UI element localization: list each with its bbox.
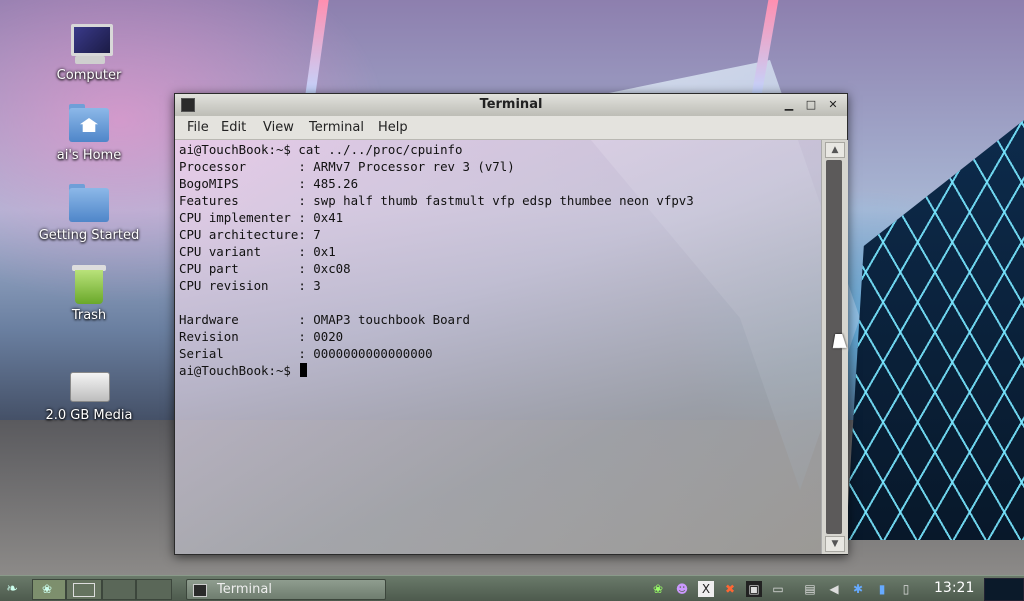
- terminal-prompt-line: ai@TouchBook:~$: [179, 363, 308, 380]
- text-cursor: [300, 363, 308, 377]
- messenger-icon[interactable]: ☻: [674, 581, 690, 597]
- close-icon: ✕: [828, 98, 838, 111]
- trash-icon: [67, 262, 111, 306]
- minimize-button[interactable]: ▁: [781, 97, 797, 113]
- desktop-icon-label: Computer: [56, 68, 122, 83]
- window-icon: [73, 583, 95, 597]
- terminal-line: CPU implementer : 0x41: [179, 210, 344, 225]
- desktop-icon-computer[interactable]: Computer: [34, 22, 144, 83]
- minimize-icon: ▁: [784, 98, 794, 111]
- terminal-line: BogoMIPS : 485.26: [179, 176, 359, 191]
- terminal-line: Serial : 0000000000000000: [179, 346, 433, 361]
- signal-icon[interactable]: ▮: [874, 581, 890, 597]
- menu-view[interactable]: View: [263, 120, 294, 135]
- workspace-1[interactable]: ❀: [32, 579, 66, 600]
- terminal-line: Revision : 0020: [179, 329, 344, 344]
- keyboard-icon[interactable]: ▭: [770, 581, 786, 597]
- terminal-line: Processor : ARMv7 Processor rev 3 (v7l): [179, 159, 515, 174]
- x-app-icon[interactable]: X: [698, 581, 714, 597]
- window-title: Terminal: [479, 97, 543, 112]
- desktop-icon-home[interactable]: ai's Home: [34, 102, 144, 163]
- tools-icon[interactable]: ✖: [722, 581, 738, 597]
- menu-terminal[interactable]: Terminal: [309, 120, 364, 135]
- chevron-down-icon: ▼: [831, 539, 839, 549]
- desktop-icon-label: Trash: [71, 308, 107, 323]
- menu-edit[interactable]: Edit: [221, 120, 246, 135]
- taskbar-task-label: Terminal: [217, 582, 272, 597]
- terminal-icon: [193, 584, 207, 597]
- start-menu-button[interactable]: ❧: [2, 579, 22, 599]
- menu-file[interactable]: File: [187, 120, 209, 135]
- terminal-line: ai@TouchBook:~$ cat ../../proc/cpuinfo: [179, 142, 463, 157]
- desktop-icon-label: 2.0 GB Media: [45, 408, 133, 423]
- computer-icon: [67, 22, 113, 66]
- network-icon[interactable]: ▤: [802, 581, 818, 597]
- workspace-4[interactable]: [136, 579, 172, 600]
- scroll-down-button[interactable]: ▼: [825, 536, 845, 552]
- desktop-icon-label: Getting Started: [38, 228, 140, 243]
- cpu-monitor[interactable]: [984, 578, 1024, 601]
- desktop-icon-getting-started[interactable]: Getting Started: [34, 182, 144, 243]
- menu-help[interactable]: Help: [378, 120, 408, 135]
- foot-icon: ❧: [6, 581, 18, 597]
- workspace-3[interactable]: [102, 579, 136, 600]
- desktop-icon-media[interactable]: 2.0 GB Media: [34, 362, 144, 423]
- wallpaper-pole: [305, 0, 329, 95]
- battery-icon[interactable]: ▯: [898, 581, 914, 597]
- terminal-line: CPU architecture: 7: [179, 227, 321, 242]
- terminal-line: CPU revision : 3: [179, 278, 321, 293]
- scroll-up-button[interactable]: ▲: [825, 142, 845, 158]
- drive-icon: [67, 362, 111, 406]
- clock[interactable]: 13:21: [934, 580, 974, 596]
- desktop-icon-trash[interactable]: Trash: [34, 262, 144, 323]
- home-folder-icon: [67, 102, 111, 146]
- menu-bar: File Edit View Terminal Help: [175, 116, 847, 140]
- chevron-up-icon: ▲: [831, 145, 839, 155]
- terminal-launcher-icon[interactable]: ▣: [746, 581, 762, 597]
- terminal-line: Hardware : OMAP3 touchbook Board: [179, 312, 470, 327]
- terminal-line: Features : swp half thumb fastmult vfp e…: [179, 193, 694, 208]
- terminal-window[interactable]: Terminal ▁ □ ✕ File Edit View Terminal H…: [174, 93, 848, 555]
- taskbar: ❧ ❀ Terminal ❀ ☻ X ✖ ▣ ▭ ▤ ◀ ✱ ▮ ▯ 13:21: [0, 575, 1024, 601]
- volume-icon[interactable]: ◀: [826, 581, 842, 597]
- maximize-icon: □: [805, 98, 817, 111]
- terminal-prompt: ai@TouchBook:~$: [179, 363, 299, 378]
- window-titlebar[interactable]: Terminal ▁ □ ✕: [175, 94, 847, 116]
- mouse-pointer-icon: [832, 334, 850, 348]
- terminal-line: CPU variant : 0x1: [179, 244, 336, 259]
- bluetooth-icon[interactable]: ✱: [850, 581, 866, 597]
- app-icon: ❀: [42, 582, 53, 596]
- folder-icon: [67, 182, 111, 226]
- desktop-icon-label: ai's Home: [56, 148, 122, 163]
- terminal-line: CPU part : 0xc08: [179, 261, 351, 276]
- wallpaper-light-net: [846, 120, 1024, 540]
- maximize-button[interactable]: □: [803, 97, 819, 113]
- close-button[interactable]: ✕: [825, 97, 841, 113]
- taskbar-terminal-button[interactable]: Terminal: [186, 579, 386, 600]
- workspace-2[interactable]: [66, 579, 102, 600]
- terminal-output[interactable]: ai@TouchBook:~$ cat ../../proc/cpuinfo P…: [175, 140, 821, 554]
- update-icon[interactable]: ❀: [650, 581, 666, 597]
